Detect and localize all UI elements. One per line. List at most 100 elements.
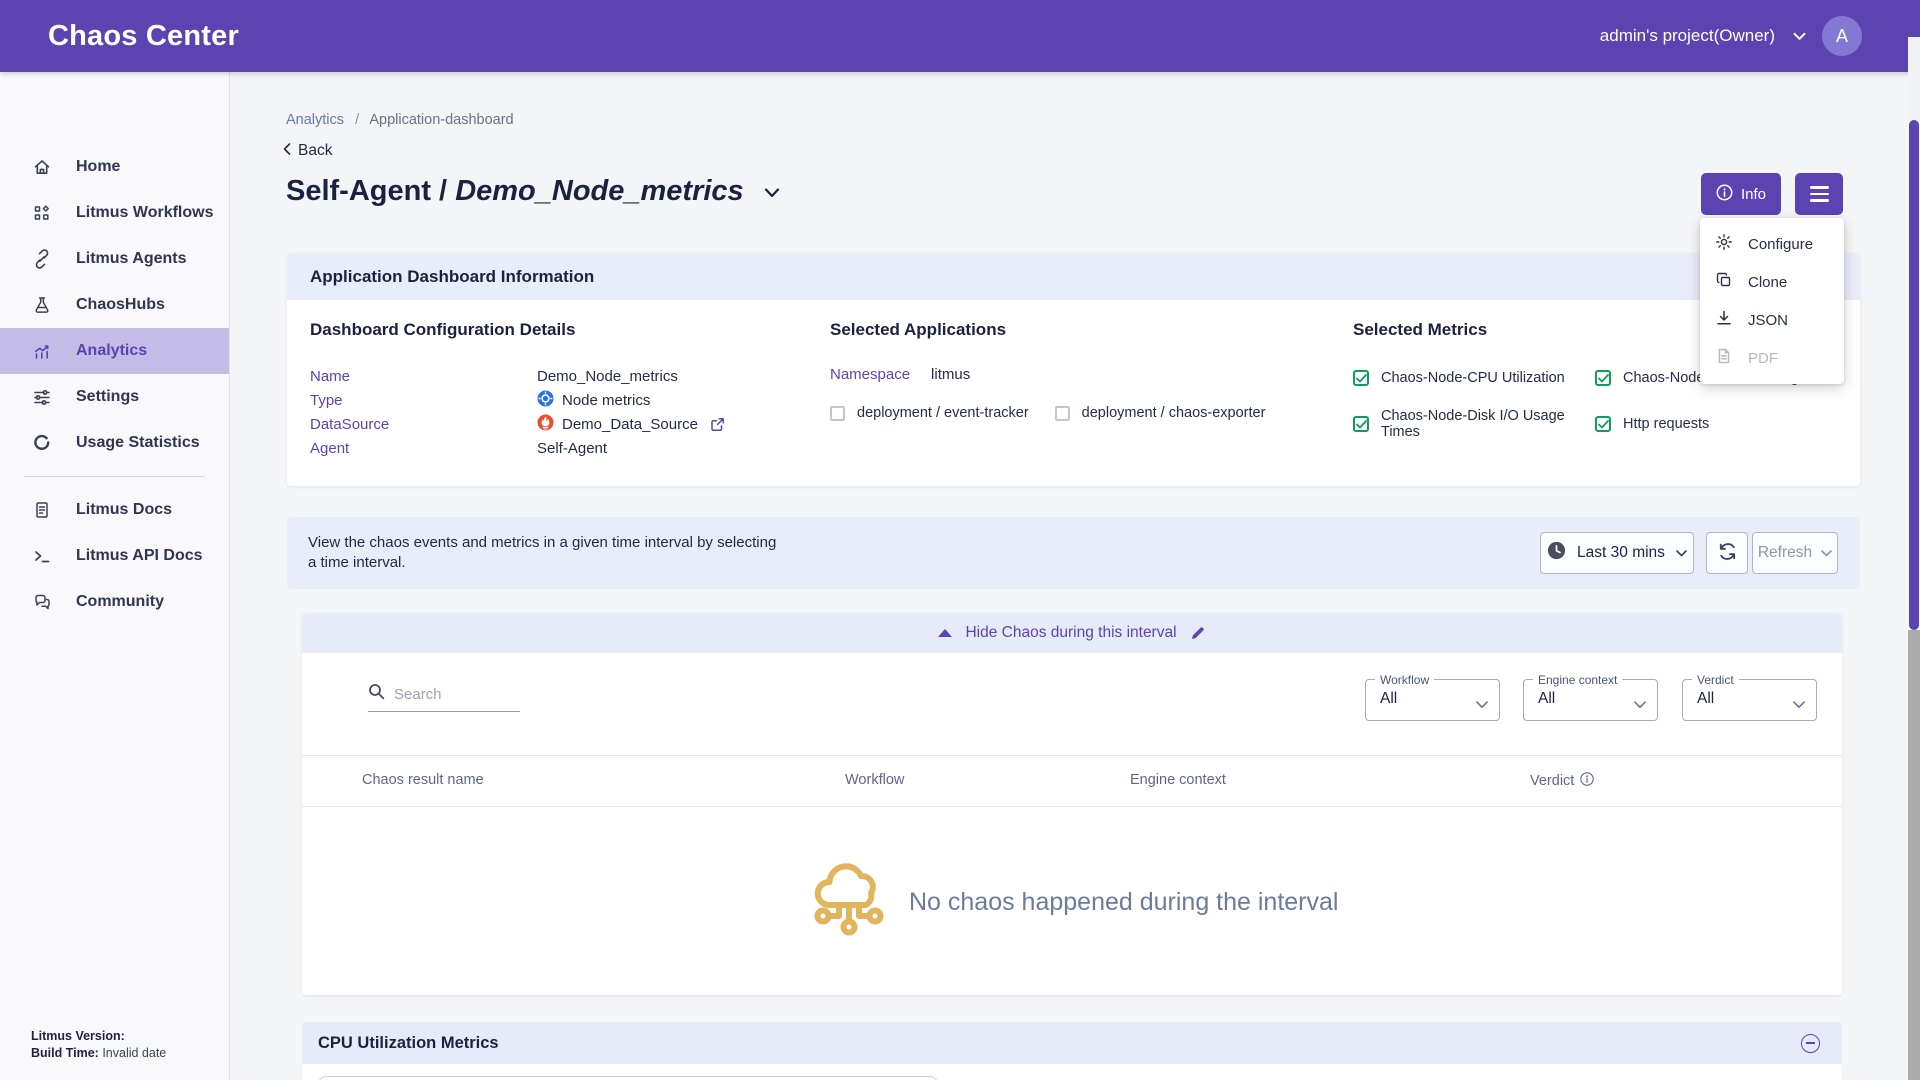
collapse-minus-icon[interactable] [1801, 1034, 1820, 1053]
checkbox-metric-cpu-utilization[interactable]: Chaos-Node-CPU Utilization [1353, 370, 1595, 386]
hide-chaos-label[interactable]: Hide Chaos during this interval [965, 624, 1176, 642]
refresh-mode-button[interactable]: Refresh [1752, 532, 1838, 574]
cpu-section-body [302, 1064, 1842, 1080]
sidebar-item-chaoshubs[interactable]: ChaosHubs [0, 282, 229, 328]
engine-context-filter-select[interactable]: Engine context All [1523, 679, 1658, 721]
search-icon [368, 683, 385, 705]
checkbox-label: Chaos-Node-CPU Utilization [1381, 370, 1565, 386]
sidebar-item-litmus-agents[interactable]: Litmus Agents [0, 236, 229, 282]
avatar[interactable]: A [1822, 16, 1862, 56]
sidebar-item-settings[interactable]: Settings [0, 374, 229, 420]
breadcrumb-analytics[interactable]: Analytics [286, 112, 344, 128]
hide-chaos-toggle-bar: Hide Chaos during this interval [302, 613, 1842, 653]
sidebar-item-analytics[interactable]: Analytics [0, 328, 229, 374]
info-circle-icon[interactable] [1580, 772, 1594, 790]
menu-item-label: JSON [1748, 312, 1788, 329]
checkbox-metric-http-requests[interactable]: Http requests [1595, 408, 1839, 440]
clock-icon [1547, 541, 1566, 565]
menu-item-label: Clone [1748, 274, 1787, 291]
dashboard-configuration-details: Dashboard Configuration Details Name Dem… [310, 320, 725, 460]
menu-item-pdf[interactable]: PDF [1700, 339, 1844, 377]
edit-pencil-icon[interactable] [1190, 625, 1206, 641]
scrollbar-thumb[interactable] [1909, 120, 1919, 630]
chevron-left-icon [283, 142, 291, 160]
community-icon [31, 592, 52, 613]
checkbox-event-tracker[interactable]: deployment / event-tracker [830, 405, 1029, 421]
sidebar-item-litmus-workflows[interactable]: Litmus Workflows [0, 190, 229, 236]
search-input[interactable] [394, 686, 514, 703]
sidebar-divider [24, 476, 205, 477]
application-dashboard-information-panel: Application Dashboard Information Dashbo… [287, 253, 1860, 486]
project-selector-label[interactable]: admin's project(Owner) [1600, 26, 1775, 46]
search-field [368, 683, 520, 712]
workflow-filter-select[interactable]: Workflow All [1365, 679, 1500, 721]
dashboard-options-menu-button[interactable] [1795, 173, 1843, 215]
select-label: Engine context [1533, 673, 1622, 687]
scrollbar-track[interactable] [1908, 630, 1920, 1080]
page-title: Self-Agent / Demo_Node_metrics [286, 175, 744, 208]
build-time-value: Invalid date [102, 1046, 166, 1060]
agent-name: Self-Agent / [286, 175, 447, 207]
collapse-triangle-icon[interactable] [938, 629, 952, 637]
select-value: All [1538, 690, 1555, 708]
cpu-utilization-section: CPU Utilization Metrics [302, 1022, 1842, 1080]
menu-item-configure[interactable]: Configure [1700, 225, 1844, 263]
sidebar-item-litmus-docs[interactable]: Litmus Docs [0, 487, 229, 533]
breadcrumb-current: Application-dashboard [369, 112, 513, 128]
menu-item-label: PDF [1748, 350, 1778, 367]
time-range-label: Last 30 mins [1577, 544, 1665, 562]
verdict-filter-select[interactable]: Verdict All [1682, 679, 1817, 721]
settings-icon [31, 387, 52, 408]
sidebar-item-label: Community [76, 593, 164, 611]
dashboard-name: Demo_Node_metrics [455, 175, 744, 207]
agents-icon [31, 249, 52, 270]
back-button[interactable]: Back [283, 142, 332, 160]
chevron-down-icon[interactable] [1793, 32, 1806, 41]
clone-icon [1715, 271, 1733, 293]
checkbox-metric-disk-io-times[interactable]: Chaos-Node-Disk I/O Usage Times [1353, 408, 1595, 440]
info-button[interactable]: Info [1701, 173, 1781, 215]
sidebar-item-label: Litmus Docs [76, 501, 172, 519]
sidebar-item-usage-statistics[interactable]: Usage Statistics [0, 420, 229, 466]
refresh-now-button[interactable] [1706, 532, 1748, 574]
file-icon [1715, 347, 1733, 369]
app-title: Chaos Center [48, 20, 239, 53]
analytics-icon [31, 341, 52, 362]
api-docs-icon [31, 546, 52, 567]
checkbox-checked [1353, 370, 1369, 386]
config-row-type: Type Node metrics [310, 388, 725, 412]
selected-applications: Selected Applications Namespace litmus d… [830, 320, 1265, 421]
sidebar-item-label: Litmus Agents [76, 250, 187, 268]
sidebar-footer: Litmus Version: Build Time: Invalid date [31, 1028, 166, 1062]
refresh-icon [1717, 541, 1738, 565]
chevron-down-icon [1793, 696, 1805, 714]
menu-item-clone[interactable]: Clone [1700, 263, 1844, 301]
scrollbar-track[interactable] [1908, 37, 1920, 120]
empty-state: No chaos happened during the interval [813, 860, 1338, 945]
sidebar-item-home[interactable]: Home [0, 144, 229, 190]
config-row-agent: Agent Self-Agent [310, 436, 725, 460]
chaos-events-panel: Hide Chaos during this interval Workflow… [302, 613, 1842, 995]
config-label: Name [310, 368, 537, 385]
sidebar-item-litmus-api-docs[interactable]: Litmus API Docs [0, 533, 229, 579]
dashboard-switch-chevron-icon[interactable] [764, 185, 780, 203]
config-value: Demo_Node_metrics [537, 368, 678, 385]
menu-item-json[interactable]: JSON [1700, 301, 1844, 339]
checkbox-unchecked [1055, 406, 1070, 421]
external-link-icon[interactable] [710, 417, 725, 432]
config-row-name: Name Demo_Node_metrics [310, 364, 725, 388]
checkbox-checked [1595, 416, 1611, 432]
docs-icon [31, 500, 52, 521]
table-divider [302, 755, 1842, 756]
node-metrics-icon [537, 390, 554, 411]
refresh-label: Refresh [1758, 544, 1812, 562]
chevron-down-icon [1676, 544, 1687, 562]
select-value: All [1380, 690, 1397, 708]
page-scrollbar[interactable] [1908, 0, 1920, 1080]
time-range-button[interactable]: Last 30 mins [1540, 532, 1694, 574]
checkbox-label: deployment / chaos-exporter [1082, 405, 1266, 421]
sidebar-item-label: Litmus Workflows [76, 204, 214, 222]
checkbox-chaos-exporter[interactable]: deployment / chaos-exporter [1055, 405, 1266, 421]
sidebar-item-community[interactable]: Community [0, 579, 229, 625]
checkbox-checked [1595, 370, 1611, 386]
